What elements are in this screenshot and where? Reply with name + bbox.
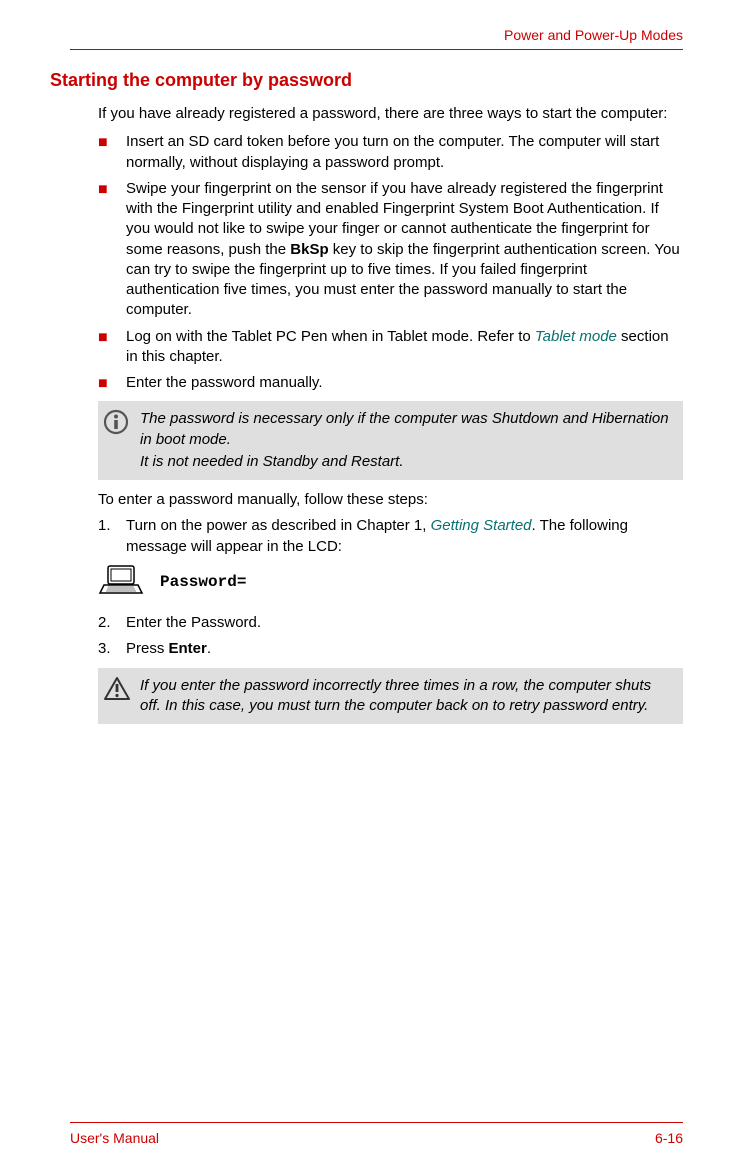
ordered-list: Turn on the power as described in Chapte… — [98, 516, 683, 557]
section-title: Starting the computer by password — [50, 68, 683, 92]
step-text: Turn on the power as described in Chapte… — [126, 517, 431, 534]
bullet-list: Insert an SD card token before you turn … — [98, 132, 683, 393]
info-note: The password is necessary only if the co… — [98, 401, 683, 480]
bullet-text: Log on with the Tablet PC Pen when in Ta… — [126, 328, 535, 345]
intro-paragraph: If you have already registered a passwor… — [98, 104, 683, 124]
list-item: Swipe your fingerprint on the sensor if … — [98, 179, 683, 321]
laptop-icon — [98, 563, 144, 603]
page-footer: User's Manual 6-16 — [70, 1122, 683, 1148]
step-text: . — [207, 640, 211, 657]
footer-page-number: 6-16 — [655, 1129, 683, 1148]
key-name: BkSp — [290, 241, 328, 258]
bullet-text: Enter the password manually. — [126, 374, 323, 391]
screen-output: Password= — [98, 563, 683, 603]
warning-text: If you enter the password incorrectly th… — [140, 676, 673, 717]
bullet-text: Insert an SD card token before you turn … — [126, 133, 659, 170]
ordered-list-cont: Enter the Password. Press Enter. — [98, 613, 683, 660]
info-icon — [103, 409, 129, 441]
cross-ref-link[interactable]: Getting Started — [431, 517, 532, 534]
step-text: Press — [126, 640, 169, 657]
code-text: Password= — [160, 572, 246, 594]
step-item: Enter the Password. — [98, 613, 683, 633]
info-text: It is not needed in Standby and Restart. — [140, 452, 673, 472]
running-header: Power and Power-Up Modes — [70, 26, 683, 50]
step-text: Enter the Password. — [126, 614, 261, 631]
key-name: Enter — [169, 640, 207, 657]
info-text: The password is necessary only if the co… — [140, 409, 673, 450]
list-item: Log on with the Tablet PC Pen when in Ta… — [98, 327, 683, 368]
step-item: Press Enter. — [98, 639, 683, 659]
steps-intro: To enter a password manually, follow the… — [98, 490, 683, 510]
caution-icon — [103, 676, 131, 708]
list-item: Insert an SD card token before you turn … — [98, 132, 683, 173]
cross-ref-link[interactable]: Tablet mode — [535, 328, 617, 345]
footer-manual: User's Manual — [70, 1129, 159, 1148]
warning-note: If you enter the password incorrectly th… — [98, 668, 683, 725]
step-item: Turn on the power as described in Chapte… — [98, 516, 683, 557]
list-item: Enter the password manually. — [98, 373, 683, 393]
